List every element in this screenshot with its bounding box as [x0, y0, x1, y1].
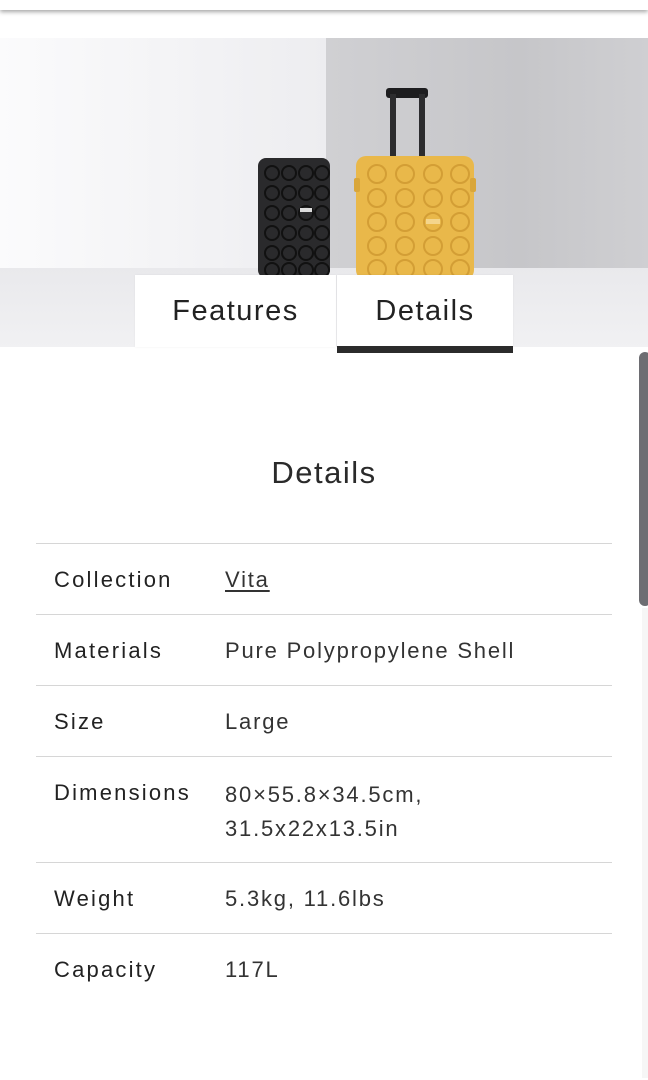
- tab-details[interactable]: Details: [337, 275, 513, 353]
- spec-table: Collection Vita Materials Pure Polypropy…: [36, 543, 612, 1004]
- spec-value: 117L: [225, 957, 280, 982]
- details-heading: Details: [271, 455, 377, 490]
- spec-value: Vita: [225, 544, 612, 614]
- dimensions-metric: 80×55.8×34.5cm,: [225, 782, 424, 807]
- collection-link[interactable]: Vita: [225, 567, 270, 592]
- spec-value: 80×55.8×34.5cm, 31.5x22x13.5in: [225, 757, 612, 862]
- spec-value: Large: [225, 709, 291, 734]
- spec-label: Size: [54, 709, 106, 734]
- product-tabs: Features Details: [135, 275, 513, 353]
- tab-details-label: Details: [375, 294, 475, 327]
- app-top-bar: [0, 0, 648, 10]
- spec-row-weight: Weight 5.3kg, 11.6lbs: [36, 863, 612, 934]
- spec-row-capacity: Capacity 117L: [36, 934, 612, 1004]
- yellow-suitcase-handle: [386, 88, 428, 160]
- spec-row-size: Size Large: [36, 686, 612, 757]
- tab-features[interactable]: Features: [135, 275, 336, 347]
- active-tab-indicator: [337, 346, 513, 353]
- spec-value: 5.3kg, 11.6lbs: [225, 886, 386, 911]
- tab-features-label: Features: [172, 294, 299, 327]
- spec-label: Capacity: [54, 957, 158, 982]
- spec-row-dimensions: Dimensions 80×55.8×34.5cm, 31.5x22x13.5i…: [36, 757, 612, 863]
- black-suitcase: [258, 158, 330, 278]
- yellow-suitcase: [354, 156, 476, 280]
- scrollbar-track: [642, 608, 648, 1078]
- spec-row-materials: Materials Pure Polypropylene Shell: [36, 615, 612, 686]
- dimensions-imperial: 31.5x22x13.5in: [225, 816, 400, 841]
- spec-label: Materials: [54, 638, 164, 663]
- spec-row-collection: Collection Vita: [36, 544, 612, 615]
- product-details-page: Features Details Details Collection Vita…: [0, 0, 648, 1080]
- spec-label: Collection: [54, 567, 173, 592]
- spec-value: Pure Polypropylene Shell: [225, 638, 516, 663]
- spec-label: Weight: [54, 886, 136, 911]
- spec-label: Dimensions: [54, 780, 191, 805]
